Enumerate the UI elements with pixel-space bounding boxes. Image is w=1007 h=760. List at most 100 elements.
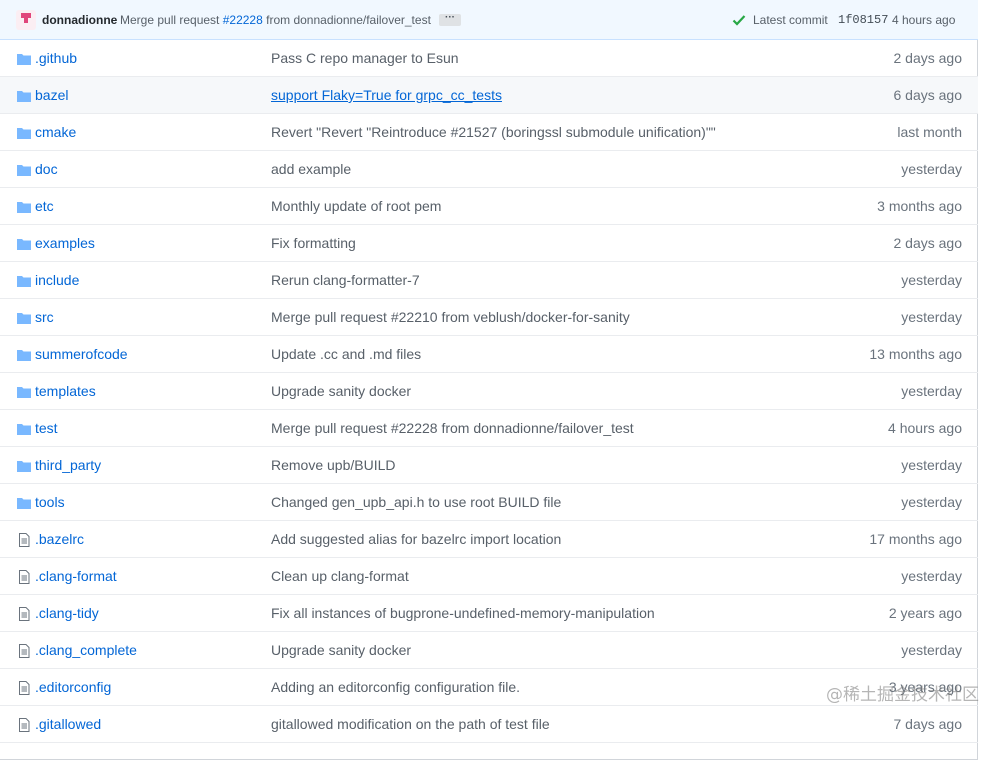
file-row[interactable]: .bazelrc Add suggested alias for bazelrc …	[0, 521, 978, 558]
file-name-link[interactable]: .github	[35, 50, 77, 66]
commit-age: yesterday	[901, 383, 962, 399]
file-row[interactable]: doc add example yesterday	[0, 151, 978, 188]
file-name-link[interactable]: test	[35, 420, 58, 436]
file-name-link[interactable]: tools	[35, 494, 65, 510]
latest-commit-label: Latest commit	[753, 13, 828, 27]
file-row[interactable]: summerofcode Update .cc and .md files 13 m…	[0, 336, 978, 373]
file-name-link[interactable]: etc	[35, 198, 54, 214]
folder-icon	[16, 347, 32, 363]
file-row[interactable]: cmake Revert "Revert "Reintroduce #21527 …	[0, 114, 978, 151]
commit-message-link[interactable]: Upgrade sanity docker	[271, 383, 411, 399]
commit-message-link[interactable]: Update .cc and .md files	[271, 346, 421, 362]
commit-message-link[interactable]: Rerun clang-formatter-7	[271, 272, 420, 288]
file-row[interactable]: bazel support Flaky=True for grpc_cc_test…	[0, 77, 978, 114]
commit-age: 17 months ago	[869, 531, 962, 547]
file-name-link[interactable]: .clang-format	[35, 568, 117, 584]
commit-author[interactable]: donnadionne	[42, 13, 117, 27]
folder-icon	[16, 199, 32, 215]
folder-icon	[16, 421, 32, 437]
commit-age: yesterday	[901, 161, 962, 177]
folder-icon	[16, 162, 32, 178]
file-row[interactable]: .github Pass C repo manager to Esun 2 days…	[0, 40, 978, 77]
file-row[interactable]: .clang-tidy Fix all instances of bugprone…	[0, 595, 978, 632]
commit-message-link[interactable]: Merge pull request #22228 from donnadion…	[271, 420, 634, 436]
file-name-link[interactable]: bazel	[35, 87, 68, 103]
folder-icon	[16, 495, 32, 511]
file-icon	[16, 680, 32, 696]
commit-age: 4 hours ago	[888, 420, 962, 436]
file-row[interactable]: .clang_complete Upgrade sanity docker yest…	[0, 632, 978, 669]
commit-message-link[interactable]: Monthly update of root pem	[271, 198, 441, 214]
commit-message-link[interactable]: Fix formatting	[271, 235, 356, 251]
file-name-link[interactable]: templates	[35, 383, 96, 399]
file-name-link[interactable]: .gitallowed	[35, 716, 101, 732]
file-list: .github Pass C repo manager to Esun 2 days…	[0, 40, 978, 743]
file-row[interactable]: tools Changed gen_upb_api.h to use root B…	[0, 484, 978, 521]
file-row[interactable]: include Rerun clang-formatter-7 yesterday	[0, 262, 978, 299]
folder-icon	[16, 384, 32, 400]
commit-age: 2 days ago	[893, 50, 963, 66]
file-icon	[16, 606, 32, 622]
commit-sha-link[interactable]: 1f08157	[838, 13, 888, 27]
expand-commit-button[interactable]: ···	[439, 13, 461, 26]
file-name-link[interactable]: .editorconfig	[35, 679, 111, 695]
file-name-link[interactable]: src	[35, 309, 54, 325]
commit-age: yesterday	[901, 642, 962, 658]
folder-icon	[16, 51, 32, 67]
check-icon[interactable]	[731, 12, 747, 28]
commit-message-link[interactable]: Remove upb/BUILD	[271, 457, 396, 473]
file-name-link[interactable]: .clang_complete	[35, 642, 137, 658]
commit-message-link[interactable]: Fix all instances of bugprone-undefined-…	[271, 605, 655, 621]
folder-icon	[16, 458, 32, 474]
folder-icon	[16, 310, 32, 326]
file-icon	[16, 569, 32, 585]
file-icon	[16, 643, 32, 659]
commit-message-link[interactable]: Clean up clang-format	[271, 568, 409, 584]
file-name-link[interactable]: third_party	[35, 457, 101, 473]
file-row[interactable]: src Merge pull request #22210 from veblus…	[0, 299, 978, 336]
commit-message-prefix: Merge pull request	[120, 13, 220, 27]
commit-message-link[interactable]: Adding an editorconfig configuration fil…	[271, 679, 520, 695]
commit-age: 2 days ago	[893, 235, 963, 251]
file-name-link[interactable]: .bazelrc	[35, 531, 84, 547]
file-row[interactable]: third_party Remove upb/BUILD yesterday	[0, 447, 978, 484]
file-name-link[interactable]: cmake	[35, 124, 76, 140]
file-name-link[interactable]: .clang-tidy	[35, 605, 99, 621]
folder-icon	[16, 88, 32, 104]
file-row[interactable]: etc Monthly update of root pem 3 months ag…	[0, 188, 978, 225]
commit-message-link[interactable]: Add suggested alias for bazelrc import l…	[271, 531, 561, 547]
folder-icon	[16, 273, 32, 289]
commit-message[interactable]: Merge pull request #22228 from donnadion…	[120, 13, 431, 27]
commit-message-link[interactable]: gitallowed modification on the path of t…	[271, 716, 550, 732]
file-name-link[interactable]: doc	[35, 161, 58, 177]
commit-message-link[interactable]: Changed gen_upb_api.h to use root BUILD …	[271, 494, 561, 510]
folder-icon	[16, 125, 32, 141]
commit-pr-link[interactable]: #22228	[223, 13, 263, 27]
file-name-link[interactable]: summerofcode	[35, 346, 128, 362]
file-name-link[interactable]: include	[35, 272, 79, 288]
commit-message-link[interactable]: Upgrade sanity docker	[271, 642, 411, 658]
watermark: @稀土掘金技术社区	[826, 685, 979, 705]
commit-age: last month	[897, 124, 962, 140]
commit-message-link[interactable]: Revert "Revert "Reintroduce #21527 (bori…	[271, 124, 716, 140]
commit-message-link[interactable]: support Flaky=True for grpc_cc_tests	[271, 87, 502, 103]
file-icon	[16, 717, 32, 733]
commit-age: 2 years ago	[888, 605, 962, 621]
file-icon	[16, 532, 32, 548]
commit-age: 7 days ago	[893, 716, 963, 732]
commit-message-link[interactable]: add example	[271, 161, 351, 177]
file-row[interactable]: test Merge pull request #22228 from donna…	[0, 410, 978, 447]
commit-age: yesterday	[901, 272, 962, 288]
commit-age: 3 months ago	[877, 198, 962, 214]
commit-age: yesterday	[901, 568, 962, 584]
file-row[interactable]: templates Upgrade sanity docker yesterday	[0, 373, 978, 410]
commit-message-link[interactable]: Merge pull request #22210 from veblush/d…	[271, 309, 630, 325]
author-avatar[interactable]	[16, 10, 36, 30]
commit-message-suffix: from donnadionne/failover_test	[266, 13, 431, 27]
commit-message-link[interactable]: Pass C repo manager to Esun	[271, 50, 459, 66]
file-row[interactable]: examples Fix formatting 2 days ago	[0, 225, 978, 262]
file-row[interactable]: .clang-format Clean up clang-format yester…	[0, 558, 978, 595]
file-name-link[interactable]: examples	[35, 235, 95, 251]
commit-age: yesterday	[901, 309, 962, 325]
file-row[interactable]: .gitallowed gitallowed modification on th…	[0, 706, 978, 743]
